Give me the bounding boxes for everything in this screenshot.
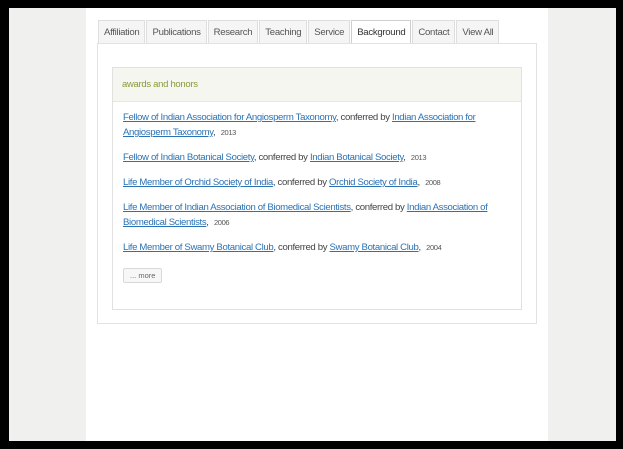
award-item: Life Member of Swamy Botanical Club, con… [123, 242, 442, 253]
organization-link[interactable]: Indian Botanical Society [310, 152, 404, 163]
award-item: Fellow of Indian Botanical Society, conf… [123, 152, 427, 163]
award-year: 2013 [410, 153, 427, 162]
tab-view-all[interactable]: View All [456, 20, 500, 43]
more-button[interactable]: ... more [123, 268, 163, 283]
award-link[interactable]: Life Member of Indian Association of Bio… [123, 202, 351, 213]
award-year: 2013 [220, 128, 237, 137]
organization-link[interactable]: Swamy Botanical Club [330, 242, 419, 253]
tab-publications[interactable]: Publications [146, 20, 207, 43]
award-link[interactable]: Life Member of Orchid Society of India [123, 177, 273, 188]
conferred-label: conferred by [277, 177, 327, 188]
tab-contact[interactable]: Contact [412, 20, 456, 43]
tab-research[interactable]: Research [207, 20, 259, 43]
frame-bottom [0, 441, 623, 449]
award-year: 2008 [425, 178, 441, 187]
section-title: awards and honors [113, 68, 521, 102]
tab-background[interactable]: Background [351, 20, 412, 44]
tab-panel: awards and honors Fellow of Indian Assoc… [97, 43, 537, 324]
award-year: 2006 [213, 218, 230, 227]
award-link[interactable]: Fellow of Indian Association for Angiosp… [123, 112, 336, 123]
awards-box: awards and honors Fellow of Indian Assoc… [112, 67, 522, 310]
tab-affiliation[interactable]: Affiliation [98, 20, 146, 43]
frame-right [616, 0, 623, 449]
award-year: 2004 [426, 243, 442, 252]
award-item: Life Member of Orchid Society of India, … [123, 177, 441, 188]
award-link[interactable]: Life Member of Swamy Botanical Club [123, 242, 274, 253]
conferred-label: conferred by [278, 242, 328, 253]
award-item: Fellow of Indian Association for Angiosp… [123, 112, 476, 138]
frame-left [0, 0, 9, 449]
conferred-label: conferred by [340, 112, 390, 123]
conferred-label: conferred by [355, 202, 405, 213]
organization-link[interactable]: Orchid Society of India [329, 177, 418, 188]
right-margin [548, 8, 616, 441]
award-link[interactable]: Fellow of Indian Botanical Society [123, 152, 254, 163]
tab-teaching[interactable]: Teaching [259, 20, 308, 43]
tab-service[interactable]: Service [308, 20, 351, 43]
awards-list: Fellow of Indian Association for Angiosp… [113, 102, 521, 283]
frame-top [0, 0, 623, 8]
award-item: Life Member of Indian Association of Bio… [123, 202, 488, 228]
left-margin [9, 8, 86, 441]
conferred-label: conferred by [258, 152, 308, 163]
profile-tabs: Affiliation Publications Research Teachi… [98, 20, 500, 44]
